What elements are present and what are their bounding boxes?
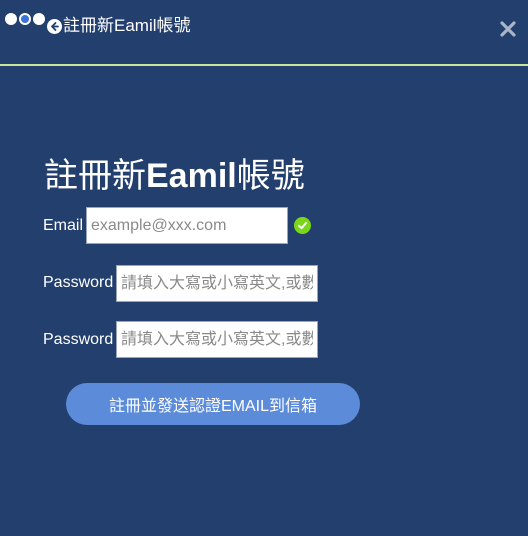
pager-dot-active[interactable] bbox=[19, 13, 31, 25]
email-input[interactable] bbox=[86, 207, 288, 244]
header-title: 註冊新Eamil帳號 bbox=[63, 16, 191, 35]
page-title-suffix: 帳號 bbox=[236, 157, 305, 195]
close-icon[interactable] bbox=[499, 20, 517, 38]
pager-dot[interactable] bbox=[33, 13, 45, 25]
register-submit-button[interactable]: 註冊並發送認證EMAIL到信箱 bbox=[66, 383, 360, 425]
page-title-prefix: 註冊新 bbox=[44, 157, 146, 195]
top-bar: 註冊新Eamil帳號 bbox=[0, 0, 528, 66]
password-input[interactable] bbox=[116, 265, 318, 302]
password-confirm-input[interactable] bbox=[116, 321, 318, 358]
page-title-bold: Eamil bbox=[146, 157, 237, 195]
password-confirm-label: Password bbox=[43, 331, 114, 348]
email-label: Email bbox=[43, 217, 84, 234]
pager-dot[interactable] bbox=[5, 13, 17, 25]
back-icon[interactable] bbox=[47, 19, 62, 34]
page-title: 註冊新Eamil帳號 bbox=[44, 154, 305, 198]
password-label: Password bbox=[43, 274, 114, 291]
check-circle-icon bbox=[294, 217, 311, 234]
